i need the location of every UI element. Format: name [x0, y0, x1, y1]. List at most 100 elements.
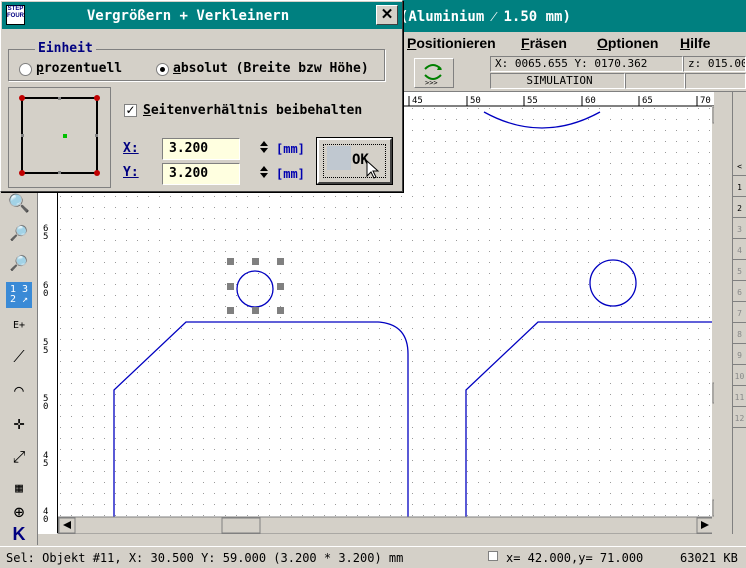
ruler-left-label: 4 0	[43, 507, 49, 525]
simulate-arrows-icon: >>>	[424, 64, 442, 87]
measure-icon: ⤢	[12, 447, 26, 466]
resize-preview-icon	[19, 95, 100, 176]
status-memory: 63021 KB	[680, 551, 738, 565]
mouse-cursor-icon	[366, 160, 380, 179]
preview-frame	[8, 87, 111, 188]
layer-item[interactable]: 9	[733, 347, 746, 365]
spin-down-icon[interactable]	[260, 148, 268, 153]
status-checkbox[interactable]	[488, 551, 498, 561]
ruler-top-label: 60	[585, 96, 596, 106]
contour-tool-button[interactable]: ⌒	[6, 376, 32, 402]
radio-absolute[interactable]	[156, 63, 169, 76]
k-tool-button[interactable]: K	[6, 521, 32, 547]
zoom-all-button[interactable]: 🔎	[6, 250, 32, 276]
layer-strip: <1 2 3 4 5 6 7 8 9 10 11 12	[732, 92, 746, 534]
menu-optionen[interactable]: Optionen	[597, 35, 658, 51]
close-button[interactable]: ✕	[376, 5, 398, 25]
close-icon: ✕	[380, 6, 394, 23]
add-node-button[interactable]: ⟋	[6, 344, 32, 370]
order-button[interactable]: 1 32 ↗	[6, 282, 32, 308]
layer-item[interactable]: 8	[733, 326, 746, 344]
ok-preview-icon	[327, 146, 351, 170]
right-panel: <1 2 3 4 5 6 7 8 9 10 11 12	[714, 92, 746, 534]
layer-item[interactable]: <	[733, 158, 746, 176]
layer-item[interactable]: 3	[733, 221, 746, 239]
ruler-top-label: 45	[412, 96, 423, 106]
points-icon: E+	[12, 319, 26, 331]
x-input[interactable]: 3.200	[162, 138, 240, 160]
menu-hilfe[interactable]: Hilfe	[680, 35, 710, 51]
y-label: Y:	[123, 165, 139, 180]
ruler-left-label: 6 0	[43, 281, 49, 299]
k-icon: K	[12, 523, 26, 544]
crosshair-button[interactable]: ✛	[6, 410, 32, 436]
vertical-ruler: 6 5 6 0 5 5 5 0 4 5 4 0	[38, 188, 58, 533]
x-label: X:	[123, 141, 139, 156]
target-icon: ⊕	[13, 501, 25, 523]
y-spinner[interactable]	[257, 164, 271, 184]
zoom-window-button[interactable]: 🔎	[6, 220, 32, 246]
dialog-title-bar[interactable]: STEP FOUR Vergrößern + Verkleinern	[2, 2, 402, 29]
radio-dot	[160, 67, 165, 72]
ruler-top-label: 65	[642, 96, 653, 106]
status-field-2	[685, 73, 746, 89]
radio-percent[interactable]	[19, 63, 32, 76]
unit-group-label: Einheit	[35, 41, 96, 56]
ruler-top-label: 55	[527, 96, 538, 106]
menu-positionieren[interactable]: Positionieren	[407, 35, 496, 51]
layer-item[interactable]: 2	[733, 200, 746, 218]
checkmark-icon: ✓	[125, 103, 136, 117]
radio-percent-label[interactable]: prozentuell	[36, 61, 122, 76]
status-field-1	[625, 73, 685, 89]
edit-points-button[interactable]: E+	[6, 312, 32, 338]
simulate-button[interactable]: >>>	[414, 58, 454, 88]
measure-button[interactable]: ⤢	[6, 444, 32, 470]
ruler-left-label: 4 5	[43, 451, 49, 469]
y-input[interactable]: 3.200	[162, 163, 240, 185]
status-xy: x= 42.000,y= 71.000	[506, 551, 644, 565]
y-unit: [mm]	[276, 167, 305, 181]
mode-indicator: SIMULATION	[490, 73, 625, 89]
horizontal-scroll-thumb[interactable]	[221, 517, 261, 534]
menu-fraesen[interactable]: Fräsen	[521, 35, 567, 51]
ruler-left-label: 6 5	[43, 224, 49, 242]
coordinate-readout-xy: X: 0065.655 Y: 0170.362	[490, 56, 683, 72]
zoom-in-button[interactable]: 🔍	[6, 190, 32, 216]
status-selection: Sel: Objekt #11, X: 30.500 Y: 59.000 (3.…	[6, 551, 404, 565]
layer-item[interactable]: 5	[733, 263, 746, 281]
spin-down-icon[interactable]	[260, 173, 268, 178]
layer-item[interactable]: 4	[733, 242, 746, 260]
zoom-all-icon: 🔎	[9, 254, 29, 272]
zoom-window-icon: 🔎	[9, 224, 29, 242]
spin-up-icon[interactable]	[260, 141, 268, 146]
dialog-title: Vergrößern + Verkleinern	[86, 8, 290, 24]
grid-icon: ▦	[15, 480, 23, 496]
ruler-top-label: 70	[700, 96, 711, 106]
contour-icon: ⌒	[14, 379, 24, 399]
layer-item[interactable]: 7	[733, 305, 746, 323]
layer-item[interactable]: 1	[733, 179, 746, 197]
main-window-title: (Aluminium ⁄ 1.50 mm)	[400, 9, 571, 25]
ruler-left-label: 5 5	[43, 338, 49, 356]
keep-ratio-label[interactable]: Seitenverhältnis beibehalten	[143, 103, 362, 118]
keep-ratio-checkbox[interactable]: ✓	[124, 104, 137, 117]
x-spinner[interactable]	[257, 139, 271, 159]
node-icon: ⟋	[13, 347, 25, 366]
layer-item[interactable]: 6	[733, 284, 746, 302]
layer-item[interactable]: 11	[733, 389, 746, 407]
ruler-left-label: 5 0	[43, 394, 49, 412]
coordinate-readout-z: z: 015.000	[683, 56, 746, 72]
left-toolbar: 🔍 🔎 🔎 1 32 ↗ E+ ⟋ ⌒ ✛ ⤢ ▦ ⊕ K	[0, 188, 38, 545]
ok-button[interactable]: OK	[316, 137, 393, 185]
order-numbers-icon: 1 32 ↗	[9, 284, 29, 305]
layer-item[interactable]: 10	[733, 368, 746, 386]
layer-item[interactable]: 12	[733, 410, 746, 428]
crosshair-icon: ✛	[13, 412, 25, 434]
horizontal-scrollbar[interactable]	[58, 517, 714, 534]
ruler-top-label: 50	[470, 96, 481, 106]
radio-absolute-label[interactable]: absolut (Breite bzw Höhe)	[173, 61, 369, 76]
spin-up-icon[interactable]	[260, 166, 268, 171]
grid-button[interactable]: ▦	[6, 475, 32, 501]
horizontal-ruler	[400, 92, 714, 106]
magnifier-icon: 🔍	[7, 192, 31, 214]
